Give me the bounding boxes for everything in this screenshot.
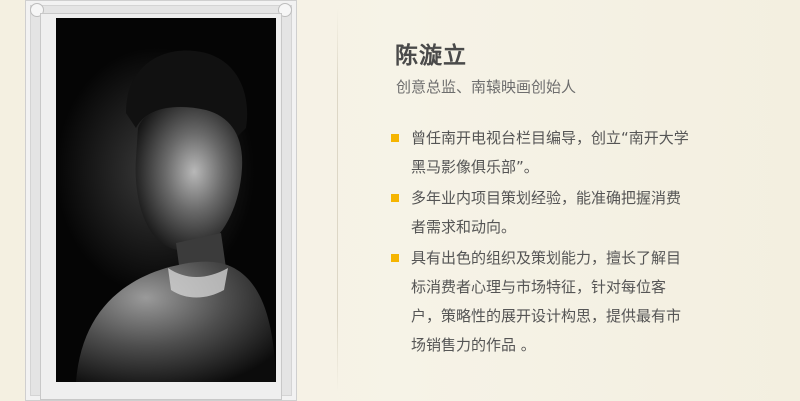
profile-name: 陈漩立 [395,43,467,69]
list-item: 多年业内项目策划经验，能准确把握消费者需求和动向。 [389,184,689,242]
profile-card: 陈漩立 创意总监、南辕映画创始人 曾任南开电视台栏目编导，创立“南开大学黑马影像… [0,0,800,401]
profile-title: 创意总监、南辕映画创始人 [396,78,577,96]
vertical-divider [337,8,338,393]
bio-list: 曾任南开电视台栏目编导，创立“南开大学黑马影像俱乐部”。 多年业内项目策划经验，… [389,124,689,362]
bio-text: 曾任南开电视台栏目编导，创立“南开大学黑马影像俱乐部”。 [411,129,689,176]
bio-text: 多年业内项目策划经验，能准确把握消费者需求和动向。 [411,189,682,236]
square-bullet-icon [391,194,399,202]
list-item: 曾任南开电视台栏目编导，创立“南开大学黑马影像俱乐部”。 [389,124,689,182]
bio-text: 具有出色的组织及策划能力，擅长了解目标消费者心理与市场特征，针对每位客户，策略性… [411,249,682,354]
square-bullet-icon [391,254,399,262]
portrait-silhouette [76,50,276,382]
list-item: 具有出色的组织及策划能力，擅长了解目标消费者心理与市场特征，针对每位客户，策略性… [389,244,689,360]
portrait-photo [56,18,276,382]
square-bullet-icon [391,134,399,142]
